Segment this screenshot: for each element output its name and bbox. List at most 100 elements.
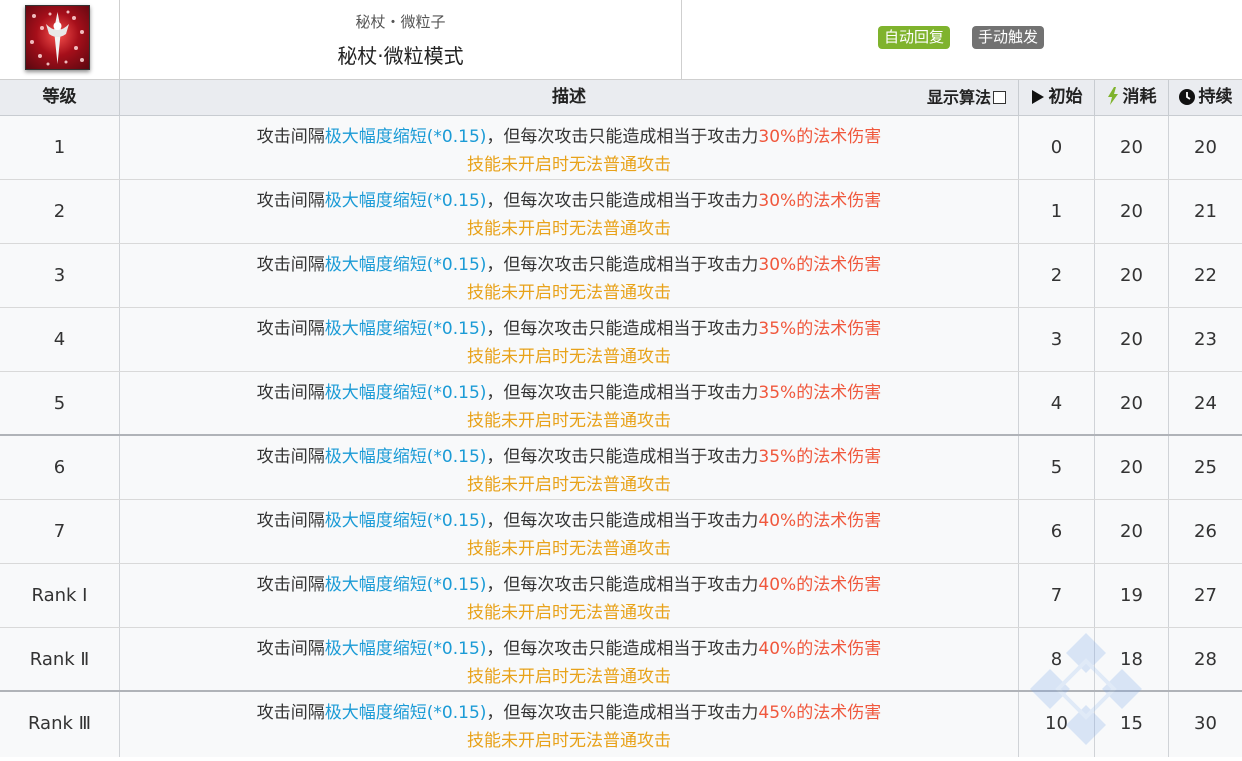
interval-highlight: 极大幅度缩短(*0.15) [324, 447, 487, 467]
clock-icon [1178, 83, 1195, 118]
interval-highlight: 极大幅度缩短(*0.15) [324, 639, 487, 659]
description-header: 描述 显示算法 [120, 80, 1019, 115]
effect-prefix: 攻击间隔 [256, 383, 325, 403]
effect-middle: ，但每次攻击只能造成相当于攻击力 [486, 383, 759, 403]
effect-text: 攻击间隔极大幅度缩短(*0.15)，但每次攻击只能造成相当于攻击力30%的法术伤… [120, 186, 1018, 211]
damage-highlight: 35%的法术伤害 [758, 383, 882, 403]
effect-prefix: 攻击间隔 [256, 191, 325, 211]
duration-cell: 22 [1194, 265, 1217, 286]
table-row: 4 攻击间隔极大幅度缩短(*0.15)，但每次攻击只能造成相当于攻击力35%的法… [0, 308, 1242, 372]
duration-label: 持续 [1198, 87, 1233, 107]
initial-sp-cell: 8 [1019, 628, 1095, 690]
note-text: 技能未开启时无法普通攻击 [467, 219, 671, 239]
show-formula-checkbox[interactable] [993, 91, 1006, 104]
effect-middle: ，但每次攻击只能造成相当于攻击力 [486, 511, 759, 531]
sp-cost-cell: 19 [1095, 564, 1169, 627]
initial-sp-header: 初始 [1019, 80, 1095, 115]
effect-middle: ，但每次攻击只能造成相当于攻击力 [486, 319, 759, 339]
interval-highlight: 极大幅度缩短(*0.15) [324, 191, 487, 211]
effect-text: 攻击间隔极大幅度缩短(*0.15)，但每次攻击只能造成相当于攻击力35%的法术伤… [120, 442, 1018, 467]
effect-prefix: 攻击间隔 [256, 447, 325, 467]
effect-middle: ，但每次攻击只能造成相当于攻击力 [486, 447, 759, 467]
initial-sp-cell: 6 [1019, 500, 1095, 563]
initial-sp-cell: 3 [1019, 308, 1095, 371]
initial-sp-cell: 5 [1019, 436, 1095, 499]
note-text: 技能未开启时无法普通攻击 [467, 283, 671, 303]
note-text: 技能未开启时无法普通攻击 [467, 411, 671, 431]
effect-middle: ，但每次攻击只能造成相当于攻击力 [486, 703, 759, 723]
description-cell: 攻击间隔极大幅度缩短(*0.15)，但每次攻击只能造成相当于攻击力30%的法术伤… [120, 116, 1019, 179]
duration-cell: 21 [1194, 201, 1217, 222]
duration-cell: 28 [1194, 649, 1217, 670]
damage-highlight: 40%的法术伤害 [758, 511, 882, 531]
effect-text: 攻击间隔极大幅度缩短(*0.15)，但每次攻击只能造成相当于攻击力35%的法术伤… [120, 378, 1018, 403]
initial-sp-cell: 0 [1019, 116, 1095, 179]
effect-middle: ，但每次攻击只能造成相当于攻击力 [486, 255, 759, 275]
level-cell: 5 [0, 372, 120, 434]
initial-sp-cell: 1 [1019, 180, 1095, 243]
description-cell: 攻击间隔极大幅度缩短(*0.15)，但每次攻击只能造成相当于攻击力30%的法术伤… [120, 244, 1019, 307]
effect-prefix: 攻击间隔 [256, 127, 325, 147]
description-cell: 攻击间隔极大幅度缩短(*0.15)，但每次攻击只能造成相当于攻击力35%的法术伤… [120, 436, 1019, 499]
duration-cell: 24 [1194, 393, 1217, 414]
effect-text: 攻击间隔极大幅度缩短(*0.15)，但每次攻击只能造成相当于攻击力35%的法术伤… [120, 314, 1018, 339]
table-row: 1 攻击间隔极大幅度缩短(*0.15)，但每次攻击只能造成相当于攻击力30%的法… [0, 116, 1242, 180]
level-cell: 4 [0, 308, 120, 371]
description-header-label: 描述 [552, 87, 586, 107]
table-row: 5 攻击间隔极大幅度缩短(*0.15)，但每次攻击只能造成相当于攻击力35%的法… [0, 372, 1242, 436]
effect-prefix: 攻击间隔 [256, 703, 325, 723]
interval-highlight: 极大幅度缩短(*0.15) [324, 127, 487, 147]
table-row: 7 攻击间隔极大幅度缩短(*0.15)，但每次攻击只能造成相当于攻击力40%的法… [0, 500, 1242, 564]
description-cell: 攻击间隔极大幅度缩短(*0.15)，但每次攻击只能造成相当于攻击力35%的法术伤… [120, 308, 1019, 371]
level-cell: Rank Ⅲ [0, 692, 120, 757]
description-cell: 攻击间隔极大幅度缩短(*0.15)，但每次攻击只能造成相当于攻击力40%的法术伤… [120, 564, 1019, 627]
initial-sp-cell: 10 [1019, 692, 1095, 757]
sp-cost-cell: 15 [1095, 692, 1169, 757]
damage-highlight: 35%的法术伤害 [758, 319, 882, 339]
level-cell: Rank Ⅱ [0, 628, 120, 690]
duration-cell: 20 [1194, 137, 1217, 158]
damage-highlight: 30%的法术伤害 [758, 191, 882, 211]
sp-cost-cell: 20 [1095, 500, 1169, 563]
note-text: 技能未开启时无法普通攻击 [467, 347, 671, 367]
sp-cost-cell: 20 [1095, 116, 1169, 179]
duration-header: 持续 [1169, 80, 1242, 115]
interval-highlight: 极大幅度缩短(*0.15) [324, 255, 487, 275]
auto-recover-tag: 自动回复 [878, 26, 951, 49]
interval-highlight: 极大幅度缩短(*0.15) [324, 575, 487, 595]
note-text: 技能未开启时无法普通攻击 [467, 731, 671, 751]
interval-highlight: 极大幅度缩短(*0.15) [324, 511, 487, 531]
duration-cell: 23 [1194, 329, 1217, 350]
show-formula-toggle[interactable]: 显示算法 [927, 80, 1006, 115]
description-cell: 攻击间隔极大幅度缩短(*0.15)，但每次攻击只能造成相当于攻击力30%的法术伤… [120, 180, 1019, 243]
skill-name-cell: 秘杖・微粒子 秘杖·微粒模式 [120, 0, 682, 79]
table-header: 等级 描述 显示算法 初始 消耗 持续 [0, 80, 1242, 116]
show-formula-label: 显示算法 [926, 88, 991, 107]
effect-prefix: 攻击间隔 [256, 255, 325, 275]
manual-trigger-tag: 手动触发 [972, 26, 1045, 49]
duration-cell: 27 [1194, 585, 1217, 606]
effect-text: 攻击间隔极大幅度缩短(*0.15)，但每次攻击只能造成相当于攻击力30%的法术伤… [120, 122, 1018, 147]
skill-tags: 自动回复 手动触发 [682, 0, 1242, 79]
effect-text: 攻击间隔极大幅度缩短(*0.15)，但每次攻击只能造成相当于攻击力45%的法术伤… [120, 698, 1018, 723]
effect-prefix: 攻击间隔 [256, 511, 325, 531]
skill-icon-cell [0, 0, 120, 79]
sp-cost-cell: 20 [1095, 180, 1169, 243]
damage-highlight: 45%的法术伤害 [758, 703, 882, 723]
sp-cost-cell: 20 [1095, 436, 1169, 499]
level-cell: 2 [0, 180, 120, 243]
description-cell: 攻击间隔极大幅度缩短(*0.15)，但每次攻击只能造成相当于攻击力40%的法术伤… [120, 500, 1019, 563]
table-row: 3 攻击间隔极大幅度缩短(*0.15)，但每次攻击只能造成相当于攻击力30%的法… [0, 244, 1242, 308]
effect-middle: ，但每次攻击只能造成相当于攻击力 [486, 639, 759, 659]
interval-highlight: 极大幅度缩短(*0.15) [324, 703, 487, 723]
damage-highlight: 30%的法术伤害 [758, 127, 882, 147]
initial-sp-cell: 4 [1019, 372, 1095, 434]
table-row: 6 攻击间隔极大幅度缩短(*0.15)，但每次攻击只能造成相当于攻击力35%的法… [0, 436, 1242, 500]
skill-icon [25, 5, 90, 70]
skill-subtitle: 秘杖・微粒子 [355, 13, 446, 31]
table-row: Rank Ⅰ 攻击间隔极大幅度缩短(*0.15)，但每次攻击只能造成相当于攻击力… [0, 564, 1242, 628]
level-cell: 3 [0, 244, 120, 307]
note-text: 技能未开启时无法普通攻击 [467, 603, 671, 623]
level-cell: 1 [0, 116, 120, 179]
effect-text: 攻击间隔极大幅度缩短(*0.15)，但每次攻击只能造成相当于攻击力40%的法术伤… [120, 570, 1018, 595]
